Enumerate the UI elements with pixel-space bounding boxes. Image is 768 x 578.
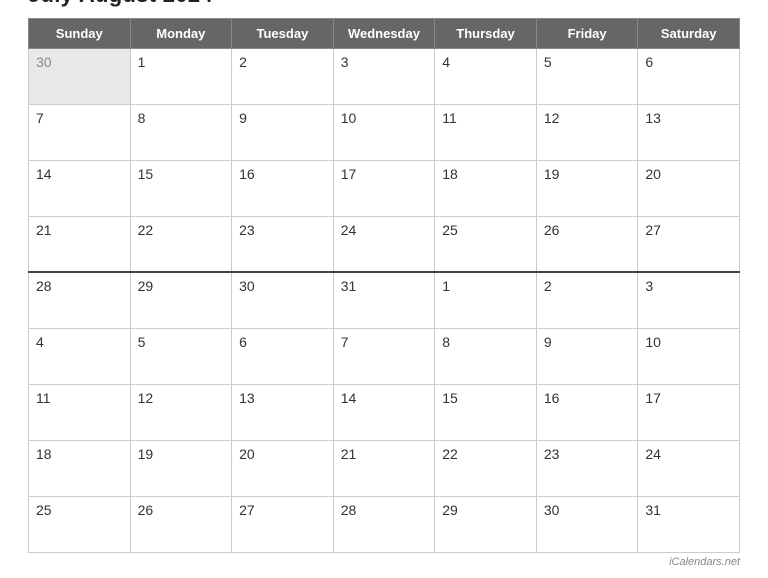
calendar-cell: 16 [536,384,638,440]
week-row-1: 78910111213 [29,104,740,160]
calendar-cell: 8 [435,328,537,384]
calendar-cell: 3 [638,272,740,328]
calendar-cell: 26 [536,216,638,272]
calendar-cell: 27 [638,216,740,272]
calendar-cell: 22 [435,440,537,496]
calendar-cell: 21 [333,440,435,496]
calendar-cell: 15 [130,160,232,216]
day-header-tuesday: Tuesday [232,18,334,48]
calendar-cell: 1 [130,48,232,104]
calendar-cell: 9 [536,328,638,384]
calendar-cell: 26 [130,496,232,552]
calendar-cell: 4 [435,48,537,104]
calendar-cell: 19 [536,160,638,216]
calendar-cell: 30 [232,272,334,328]
calendar-cell: 1 [435,272,537,328]
calendar-cell: 20 [232,440,334,496]
calendar-cell: 11 [29,384,131,440]
calendar-cell: 27 [232,496,334,552]
watermark: iCalendars.net [28,553,740,568]
calendar-cell: 28 [29,272,131,328]
calendar-cell: 3 [333,48,435,104]
week-row-5: 45678910 [29,328,740,384]
calendar-cell: 2 [232,48,334,104]
calendar-cell: 24 [638,440,740,496]
calendar-cell: 10 [333,104,435,160]
day-header-thursday: Thursday [435,18,537,48]
calendar-cell: 17 [333,160,435,216]
week-row-3: 21222324252627 [29,216,740,272]
calendar-cell: 25 [29,496,131,552]
calendar-cell: 14 [333,384,435,440]
calendar-cell: 30 [29,48,131,104]
calendar-cell: 21 [29,216,131,272]
calendar-cell: 9 [232,104,334,160]
day-header-wednesday: Wednesday [333,18,435,48]
day-header-sunday: Sunday [29,18,131,48]
calendar-cell: 17 [638,384,740,440]
day-header-monday: Monday [130,18,232,48]
calendar-cell: 28 [333,496,435,552]
calendar-cell: 31 [638,496,740,552]
day-header-saturday: Saturday [638,18,740,48]
calendar-cell: 30 [536,496,638,552]
week-row-6: 11121314151617 [29,384,740,440]
week-row-2: 14151617181920 [29,160,740,216]
calendar-cell: 13 [638,104,740,160]
week-row-7: 18192021222324 [29,440,740,496]
calendar-cell: 8 [130,104,232,160]
calendar-cell: 11 [435,104,537,160]
calendar-cell: 29 [130,272,232,328]
calendar-cell: 6 [638,48,740,104]
calendar-cell: 31 [333,272,435,328]
calendar-table: SundayMondayTuesdayWednesdayThursdayFrid… [28,18,740,553]
calendar-cell: 5 [130,328,232,384]
calendar-cell: 23 [536,440,638,496]
calendar-cell: 12 [536,104,638,160]
calendar-cell: 16 [232,160,334,216]
calendar-container: July August 2024 SundayMondayTuesdayWedn… [14,0,754,578]
calendar-cell: 4 [29,328,131,384]
calendar-cell: 22 [130,216,232,272]
calendar-cell: 25 [435,216,537,272]
calendar-cell: 14 [29,160,131,216]
calendar-cell: 5 [536,48,638,104]
days-header-row: SundayMondayTuesdayWednesdayThursdayFrid… [29,18,740,48]
calendar-cell: 7 [333,328,435,384]
week-row-0: 30123456 [29,48,740,104]
calendar-cell: 13 [232,384,334,440]
calendar-cell: 10 [638,328,740,384]
day-header-friday: Friday [536,18,638,48]
calendar-cell: 24 [333,216,435,272]
calendar-cell: 29 [435,496,537,552]
calendar-cell: 7 [29,104,131,160]
calendar-cell: 23 [232,216,334,272]
calendar-cell: 2 [536,272,638,328]
calendar-cell: 18 [435,160,537,216]
calendar-cell: 12 [130,384,232,440]
week-row-8: 25262728293031 [29,496,740,552]
calendar-title: July August 2024 [28,0,740,8]
calendar-cell: 19 [130,440,232,496]
week-row-4: 28293031123 [29,272,740,328]
calendar-cell: 18 [29,440,131,496]
calendar-cell: 6 [232,328,334,384]
calendar-cell: 15 [435,384,537,440]
calendar-cell: 20 [638,160,740,216]
